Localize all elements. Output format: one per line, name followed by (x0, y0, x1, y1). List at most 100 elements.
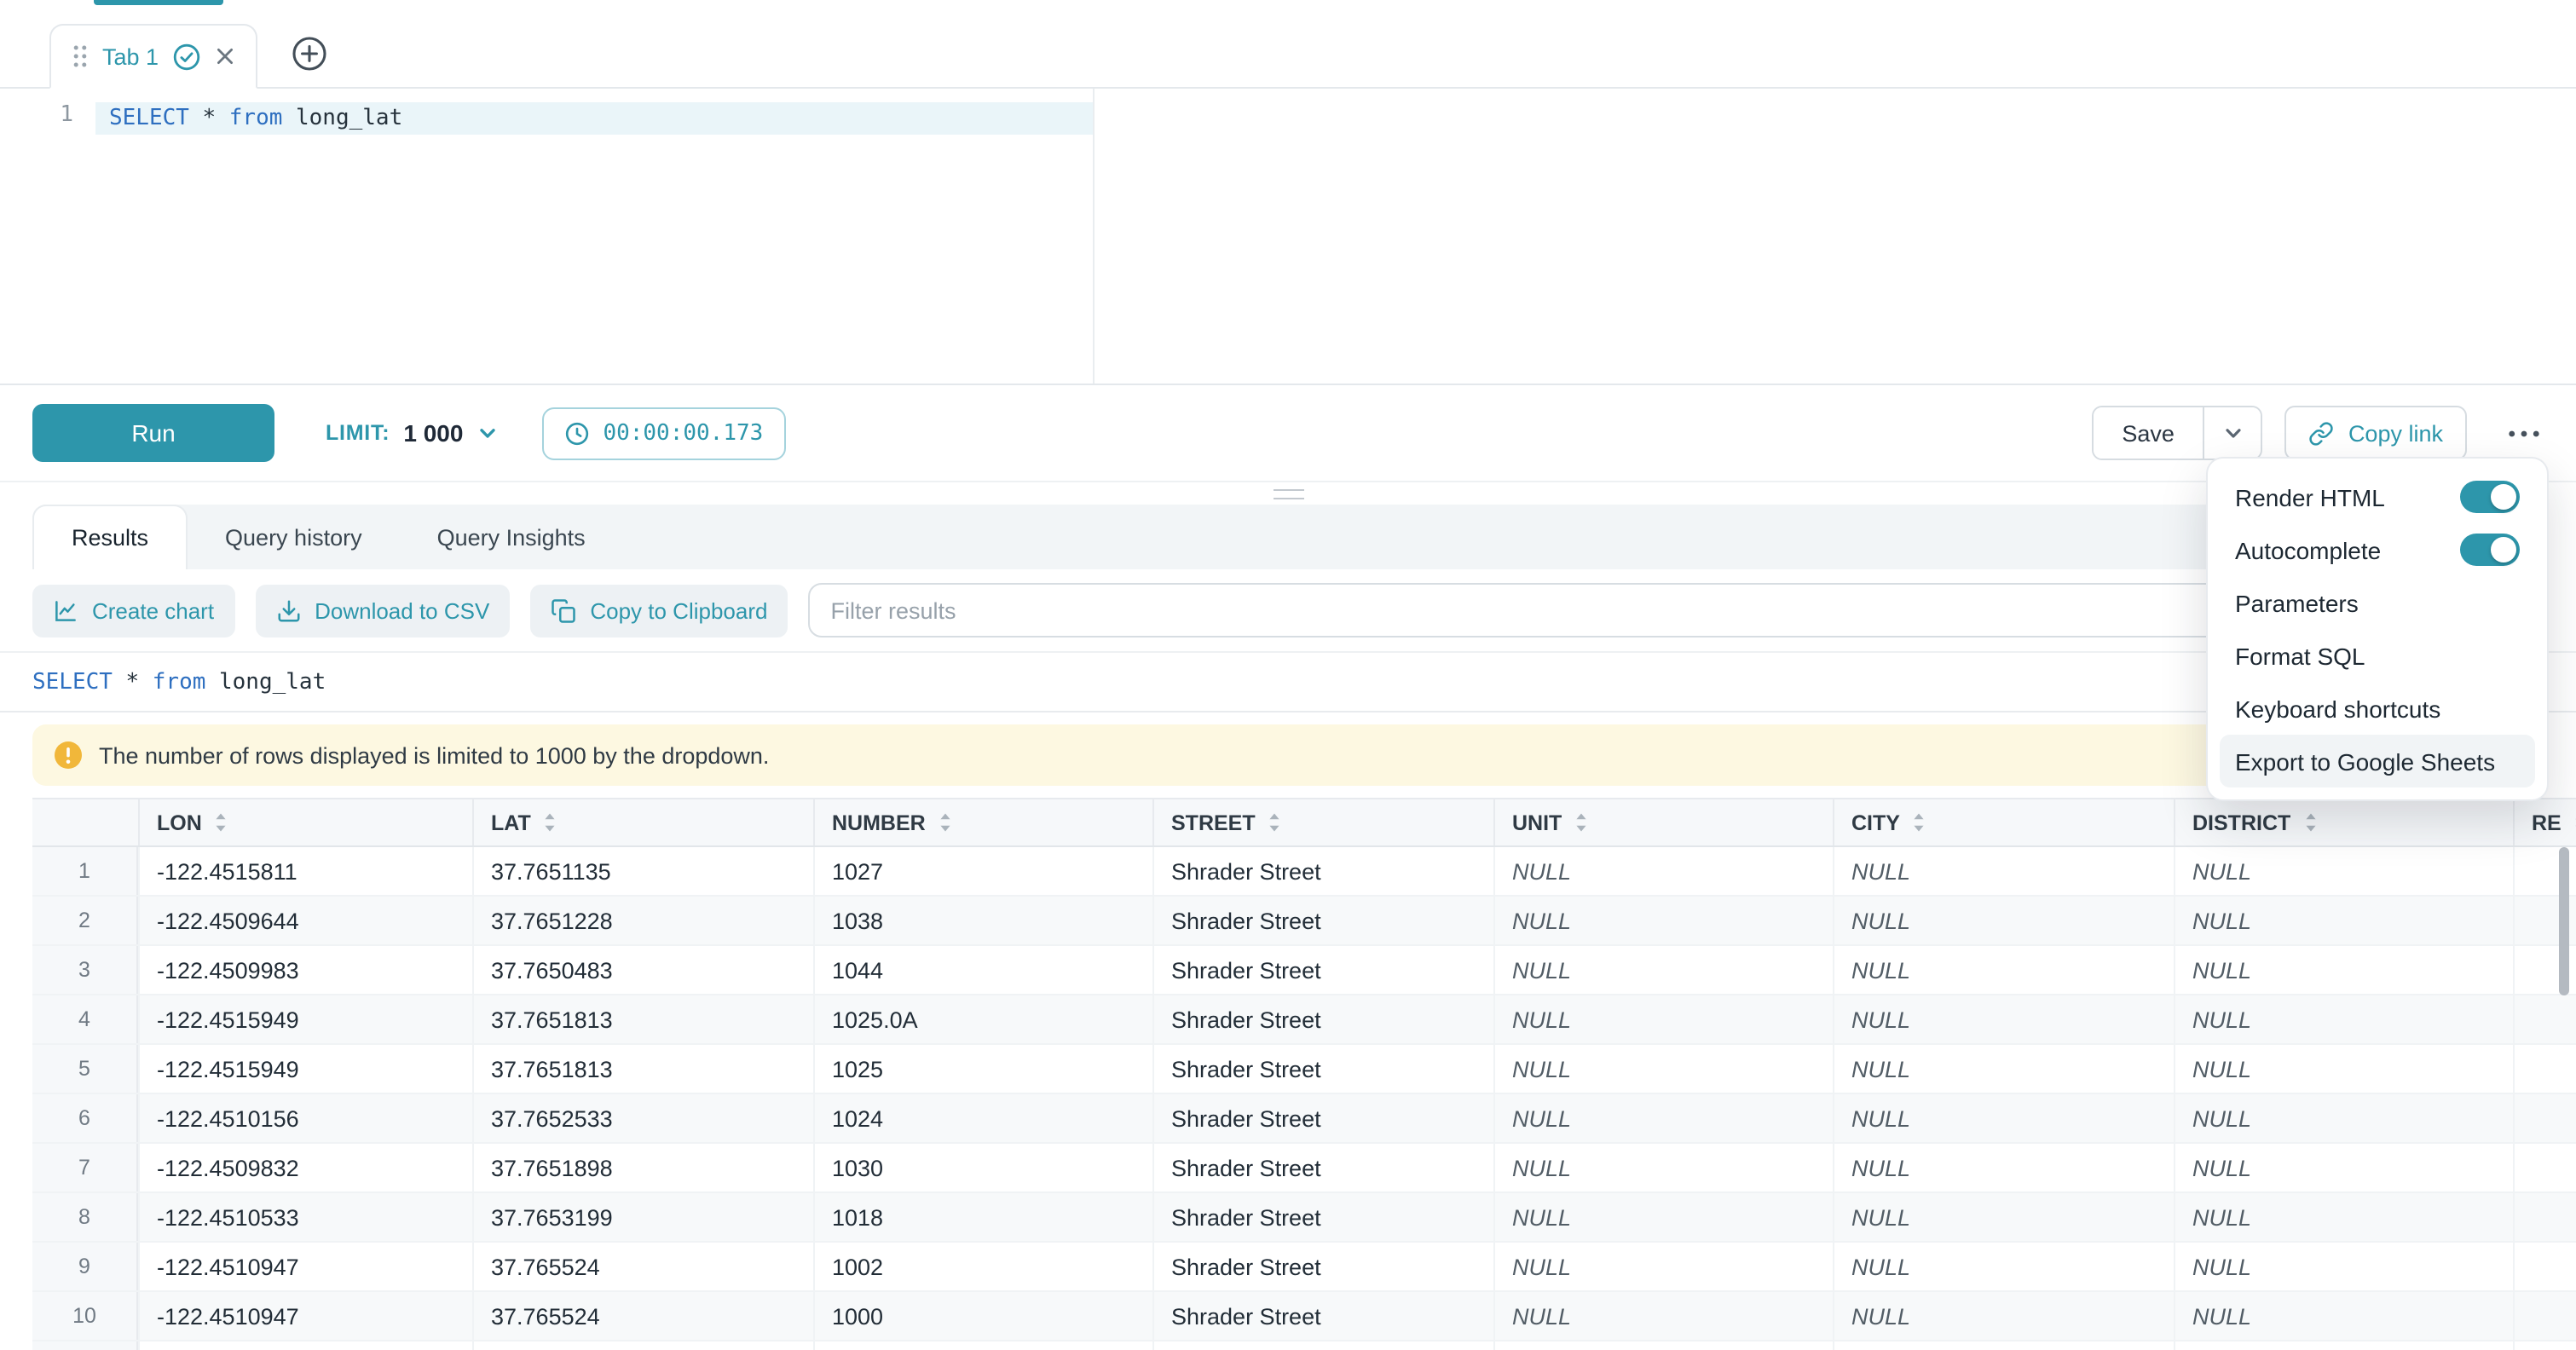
table-cell[interactable]: -122.4510947 (138, 1243, 472, 1290)
table-cell[interactable]: NULL (1833, 1045, 2174, 1093)
table-cell[interactable]: NULL (1833, 946, 2174, 994)
table-cell[interactable]: Shrader Street (1152, 897, 1493, 944)
table-cell[interactable]: NULL (1833, 1243, 2174, 1290)
sort-icon[interactable] (1268, 811, 1283, 834)
table-cell[interactable]: -122.4515811 (138, 847, 472, 895)
table-cell[interactable]: NULL (1493, 1292, 1833, 1340)
table-cell[interactable]: 37.7651813 (472, 995, 813, 1043)
table-cell[interactable]: NULL (2174, 946, 2513, 994)
table-cell[interactable]: 1027 (813, 847, 1152, 895)
table-cell[interactable]: NULL (2174, 1045, 2513, 1093)
table-cell[interactable]: Shrader Street (1152, 946, 1493, 994)
results-tab-query-insights[interactable]: Query Insights (400, 505, 623, 569)
table-cell[interactable]: -122.4509832 (138, 1144, 472, 1191)
table-cell[interactable]: NULL (2174, 897, 2513, 944)
table-cell[interactable]: NULL (1833, 995, 2174, 1043)
table-cell[interactable]: 37.765524 (472, 1243, 813, 1290)
sort-icon[interactable] (214, 811, 229, 834)
table-cell[interactable]: NULL (2174, 995, 2513, 1043)
copy-to-clipboard-button[interactable]: Copy to Clipboard (530, 584, 788, 637)
table-cell[interactable]: Shrader Street (1152, 1144, 1493, 1191)
table-cell[interactable]: 1025.0A (813, 995, 1152, 1043)
menu-item-render-html[interactable]: Render HTML (2220, 470, 2535, 523)
results-tab-query-history[interactable]: Query history (188, 505, 400, 569)
menu-item-export-to-google-sheets[interactable]: Export to Google Sheets (2220, 735, 2535, 788)
table-cell[interactable]: -122.4515949 (138, 1045, 472, 1093)
add-tab-button[interactable] (290, 32, 331, 73)
menu-item-format-sql[interactable]: Format SQL (2220, 629, 2535, 682)
table-cell[interactable]: 1002 (813, 1243, 1152, 1290)
copy-link-button[interactable]: Copy link (2285, 406, 2467, 460)
table-cell[interactable]: Shrader Street (1152, 1045, 1493, 1093)
table-cell[interactable]: -122.4509983 (138, 946, 472, 994)
column-header-city[interactable]: CITY (1833, 799, 2174, 845)
close-tab-icon[interactable] (215, 46, 235, 66)
table-cell[interactable] (2513, 1045, 2576, 1093)
more-options-button[interactable] (2498, 407, 2549, 459)
table-cell[interactable]: 1044 (813, 946, 1152, 994)
table-cell[interactable]: NULL (2174, 1292, 2513, 1340)
table-cell[interactable]: 37.7654555 (472, 1341, 813, 1350)
download-csv-button[interactable]: Download to CSV (255, 584, 510, 637)
table-cell[interactable]: Shrader Street (1152, 995, 1493, 1043)
table-cell[interactable]: 1000 (813, 1292, 1152, 1340)
column-header-lat[interactable]: LAT (472, 799, 813, 845)
table-cell[interactable]: 1008 (813, 1341, 1152, 1350)
run-button[interactable]: Run (32, 404, 274, 462)
table-cell[interactable]: NULL (1833, 1292, 2174, 1340)
column-header-lon[interactable]: LON (138, 799, 472, 845)
table-scrollbar[interactable] (2559, 847, 2569, 995)
column-header-unit[interactable]: UNIT (1493, 799, 1833, 845)
sort-icon[interactable] (938, 811, 953, 834)
table-cell[interactable]: 37.7651898 (472, 1144, 813, 1191)
table-cell[interactable]: 37.7651135 (472, 847, 813, 895)
table-cell[interactable]: 37.7651228 (472, 897, 813, 944)
toggle-switch[interactable] (2460, 534, 2520, 566)
table-cell[interactable]: NULL (1493, 1193, 1833, 1241)
save-button[interactable]: Save (2093, 407, 2205, 459)
table-cell[interactable]: NULL (1833, 847, 2174, 895)
column-header-number[interactable]: NUMBER (813, 799, 1152, 845)
toggle-switch[interactable] (2460, 481, 2520, 513)
table-cell[interactable] (2513, 1243, 2576, 1290)
table-cell[interactable]: NULL (1493, 1045, 1833, 1093)
table-cell[interactable]: NULL (1493, 1341, 1833, 1350)
pane-splitter[interactable] (0, 482, 2576, 505)
table-cell[interactable] (2513, 1094, 2576, 1142)
results-tab-results[interactable]: Results (32, 505, 188, 569)
table-cell[interactable]: NULL (1493, 1144, 1833, 1191)
table-cell[interactable]: 37.7651813 (472, 1045, 813, 1093)
table-cell[interactable]: NULL (1493, 1243, 1833, 1290)
table-cell[interactable] (2513, 1341, 2576, 1350)
column-header-district[interactable]: DISTRICT (2174, 799, 2513, 845)
menu-item-parameters[interactable]: Parameters (2220, 576, 2535, 629)
table-cell[interactable]: 1018 (813, 1193, 1152, 1241)
table-cell[interactable]: NULL (1833, 1341, 2174, 1350)
table-cell[interactable]: -122.4510947 (138, 1292, 472, 1340)
table-cell[interactable]: NULL (1493, 897, 1833, 944)
limit-dropdown[interactable]: LIMIT: 1 000 (326, 419, 497, 447)
editor-code-area[interactable]: SELECT * from long_lat (95, 89, 2576, 384)
sort-icon[interactable] (1574, 811, 1589, 834)
table-cell[interactable] (2513, 1292, 2576, 1340)
menu-item-keyboard-shortcuts[interactable]: Keyboard shortcuts (2220, 682, 2535, 735)
table-cell[interactable]: NULL (1833, 897, 2174, 944)
table-cell[interactable]: Shrader Street (1152, 1292, 1493, 1340)
save-options-button[interactable] (2205, 407, 2261, 459)
table-cell[interactable]: NULL (1833, 1094, 2174, 1142)
table-cell[interactable] (2513, 995, 2576, 1043)
table-cell[interactable]: Shrader Street (1152, 1341, 1493, 1350)
menu-item-autocomplete[interactable]: Autocomplete (2220, 523, 2535, 576)
table-cell[interactable]: -122.4510156 (138, 1094, 472, 1142)
table-cell[interactable]: NULL (1833, 1193, 2174, 1241)
table-cell[interactable]: 1024 (813, 1094, 1152, 1142)
editor-active-line[interactable]: SELECT * from long_lat (95, 102, 1093, 135)
table-cell[interactable]: 37.7653199 (472, 1193, 813, 1241)
table-cell[interactable]: -122.4510533 (138, 1193, 472, 1241)
table-cell[interactable] (2513, 1144, 2576, 1191)
table-cell[interactable]: -122.4509644 (138, 897, 472, 944)
table-cell[interactable]: 1030 (813, 1144, 1152, 1191)
table-cell[interactable]: NULL (2174, 1094, 2513, 1142)
table-cell[interactable]: NULL (1493, 995, 1833, 1043)
table-cell[interactable]: NULL (2174, 1243, 2513, 1290)
